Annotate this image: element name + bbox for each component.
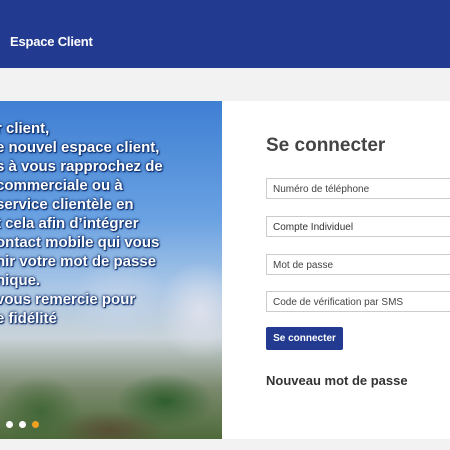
phone-input[interactable] — [267, 180, 450, 199]
sms-code-input[interactable] — [267, 293, 450, 312]
password-input[interactable] — [267, 256, 450, 275]
hero-line: e fidélité — [0, 310, 57, 327]
login-title: Se connecter — [266, 135, 386, 156]
login-button[interactable]: Se connecter — [266, 327, 343, 350]
brand-title[interactable]: Espace Client — [10, 34, 93, 49]
hero-line: commerciale ou à — [0, 177, 123, 194]
hero-line: e nouvel espace client, — [0, 139, 160, 156]
carousel-dot[interactable] — [19, 421, 26, 428]
hero-line: vous remercie pour — [0, 291, 136, 308]
phone-field — [266, 178, 450, 199]
hero-line: r client, — [0, 120, 50, 137]
sms-code-field — [266, 291, 450, 312]
hero-line: t cela afin d’intégrer — [0, 215, 139, 232]
login-panel: TNOZ Se connecter Se connecter Nouveau m… — [222, 101, 450, 439]
hero-line: nique. — [0, 272, 41, 289]
account-type-input[interactable] — [267, 218, 450, 237]
hero-line: service clientèle en — [0, 196, 134, 213]
top-bar: Espace Client — [0, 0, 450, 68]
hero-message: r client, e nouvel espace client, s à vo… — [0, 119, 222, 328]
hero-line: nir votre mot de passe — [0, 253, 157, 270]
account-type-field — [266, 216, 450, 237]
hero-line: ontact mobile qui vous — [0, 234, 160, 251]
carousel-dot-active[interactable] — [32, 421, 39, 428]
hero-banner: r client, e nouvel espace client, s à vo… — [0, 101, 222, 439]
new-password-link[interactable]: Nouveau mot de passe — [266, 373, 408, 388]
carousel-dot[interactable] — [6, 421, 13, 428]
hero-line: s à vous rapprochez de — [0, 158, 163, 175]
password-field — [266, 254, 450, 275]
